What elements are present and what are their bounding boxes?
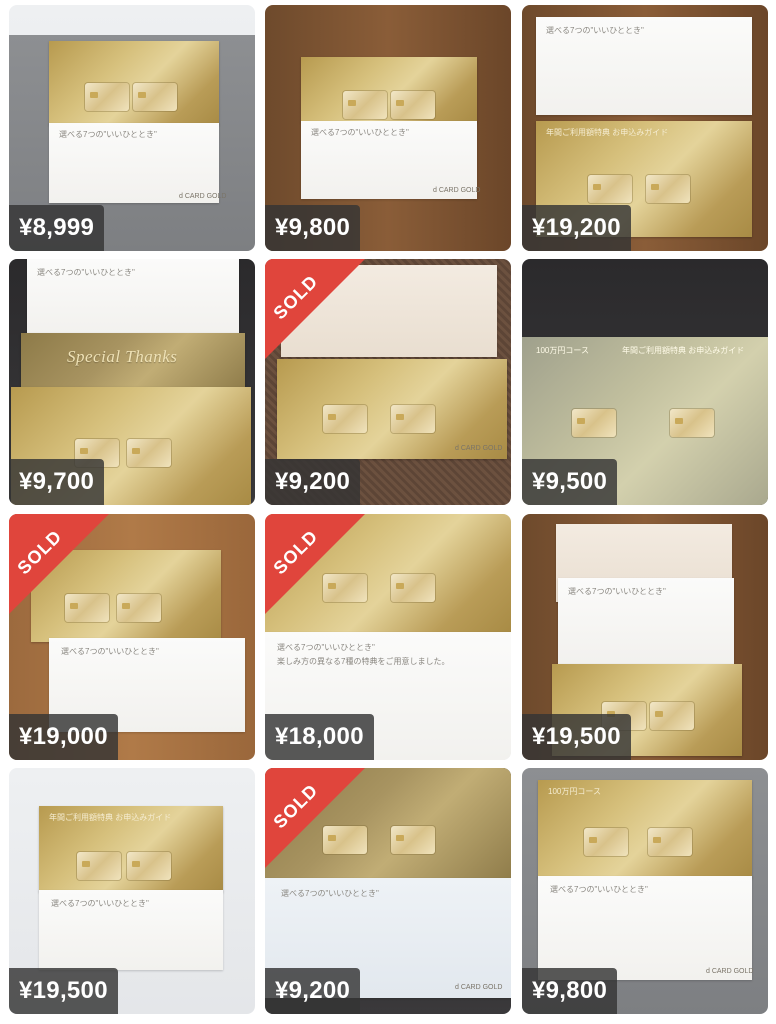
guide-title: 年間ご利用額特典 お申込みガイド bbox=[49, 813, 172, 822]
price-tag: ¥19,200 bbox=[522, 205, 631, 251]
special-thanks-text: Special Thanks bbox=[67, 347, 178, 366]
paper-heading: 選べる7つの"いいひととき" bbox=[59, 130, 157, 139]
paper-heading: 選べる7つの"いいひととき" bbox=[311, 128, 409, 137]
brand-text: d CARD GOLD bbox=[179, 193, 227, 200]
sold-ribbon: SOLD bbox=[265, 514, 365, 614]
price-tag: ¥9,800 bbox=[265, 205, 361, 251]
listing-tile[interactable]: d CARD GOLD SOLD ¥9,200 bbox=[265, 259, 511, 505]
paper-heading: 選べる7つの"いいひととき" bbox=[37, 268, 135, 277]
listing-tile[interactable]: 選べる7つの"いいひととき" d CARD GOLD ¥8,999 bbox=[9, 5, 255, 251]
brand-text: d CARD GOLD bbox=[433, 187, 481, 194]
listing-tile[interactable]: 年間ご利用額特典 お申込みガイド 選べる7つの"いいひととき" ¥19,500 bbox=[9, 768, 255, 1014]
paper-subtext: 楽しみ方の異なる7種の特典をご用意しました。 bbox=[277, 657, 450, 666]
sold-ribbon: SOLD bbox=[265, 259, 365, 359]
guide-title: 年間ご利用額特典 お申込みガイド bbox=[546, 128, 669, 137]
price-tag: ¥9,200 bbox=[265, 459, 361, 505]
price-tag: ¥9,700 bbox=[9, 459, 105, 505]
sold-ribbon: SOLD bbox=[9, 514, 109, 614]
listing-tile[interactable]: 選べる7つの"いいひととき" d CARD GOLD SOLD ¥9,200 bbox=[265, 768, 511, 1014]
paper-heading: 選べる7つの"いいひととき" bbox=[277, 643, 375, 652]
price-tag: ¥9,200 bbox=[265, 968, 361, 1014]
listing-tile[interactable]: 選べる7つの"いいひととき" ¥19,500 bbox=[522, 514, 768, 760]
paper-heading: 選べる7つの"いいひととき" bbox=[281, 889, 379, 898]
listing-tile[interactable]: 選べる7つの"いいひととき" d CARD GOLD ¥9,800 bbox=[265, 5, 511, 251]
paper-heading: 選べる7つの"いいひととき" bbox=[550, 885, 648, 894]
paper-heading: 選べる7つの"いいひととき" bbox=[51, 899, 149, 908]
brand-text: d CARD GOLD bbox=[706, 968, 754, 975]
price-tag: ¥19,500 bbox=[9, 968, 118, 1014]
guide-title: 年間ご利用額特典 お申込みガイド bbox=[622, 346, 745, 355]
listing-tile[interactable]: 選べる7つの"いいひととき" 楽しみ方の異なる7種の特典をご用意しました。 SO… bbox=[265, 514, 511, 760]
paper-heading: 選べる7つの"いいひととき" bbox=[61, 647, 159, 656]
listing-tile[interactable]: 100万円コース 選べる7つの"いいひととき" d CARD GOLD ¥9,8… bbox=[522, 768, 768, 1014]
price-tag: ¥9,800 bbox=[522, 968, 618, 1014]
paper-heading: 選べる7つの"いいひととき" bbox=[546, 26, 644, 35]
brand-text: d CARD GOLD bbox=[455, 984, 503, 991]
course-label: 100万円コース bbox=[536, 346, 589, 355]
course-label: 100万円コース bbox=[548, 787, 601, 796]
price-tag: ¥19,000 bbox=[9, 714, 118, 760]
listing-tile[interactable]: 選べる7つの"いいひととき" SOLD ¥19,000 bbox=[9, 514, 255, 760]
price-tag: ¥9,500 bbox=[522, 459, 618, 505]
price-tag: ¥18,000 bbox=[265, 714, 374, 760]
price-tag: ¥8,999 bbox=[9, 205, 105, 251]
listing-tile[interactable]: 100万円コース 年間ご利用額特典 お申込みガイド ¥9,500 bbox=[522, 259, 768, 505]
price-tag: ¥19,500 bbox=[522, 714, 631, 760]
listing-tile[interactable]: 選べる7つの"いいひととき" Special Thanks ¥9,700 bbox=[9, 259, 255, 505]
brand-text: d CARD GOLD bbox=[455, 445, 503, 452]
sold-ribbon: SOLD bbox=[265, 768, 365, 868]
listing-tile[interactable]: 選べる7つの"いいひととき" 年間ご利用額特典 お申込みガイド ¥19,200 bbox=[522, 5, 768, 251]
paper-heading: 選べる7つの"いいひととき" bbox=[568, 587, 666, 596]
listing-grid: 選べる7つの"いいひととき" d CARD GOLD ¥8,999 選べる7つの… bbox=[0, 0, 776, 1024]
